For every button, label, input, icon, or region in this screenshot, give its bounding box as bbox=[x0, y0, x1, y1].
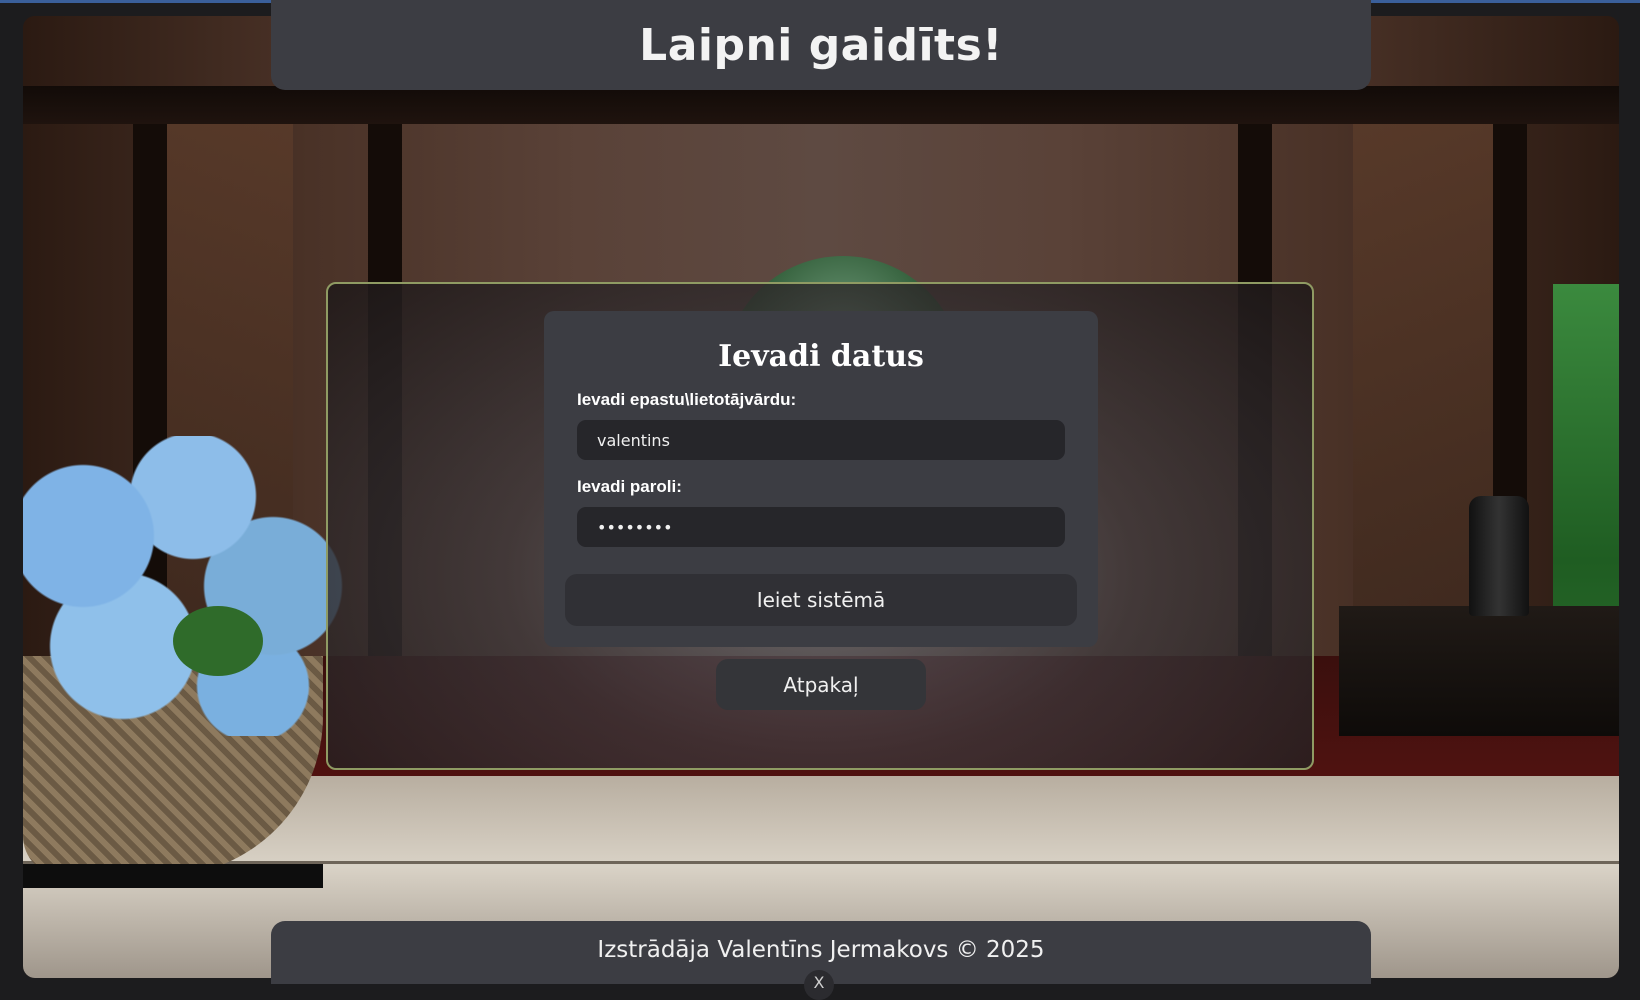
username-label: Ievadi epastu\lietotājvārdu: bbox=[577, 390, 797, 409]
footer-credits: Izstrādāja Valentīns Jermakovs © 2025 bbox=[597, 937, 1045, 963]
background-table bbox=[1339, 606, 1619, 736]
background-tray bbox=[23, 864, 323, 888]
background-urn bbox=[1469, 496, 1529, 616]
close-icon[interactable]: X bbox=[804, 970, 834, 1000]
password-label: Ievadi paroli: bbox=[577, 477, 682, 496]
header-card: Laipni gaidīts! bbox=[271, 0, 1371, 90]
page-title: Laipni gaidīts! bbox=[639, 19, 1003, 71]
back-button[interactable]: Atpakaļ bbox=[716, 659, 926, 710]
username-input[interactable] bbox=[577, 420, 1065, 460]
login-form: Ievadi datus Ievadi epastu\lietotājvārdu… bbox=[544, 311, 1098, 647]
login-button[interactable]: Ieiet sistēmā bbox=[565, 574, 1077, 626]
login-form-title: Ievadi datus bbox=[718, 339, 924, 374]
password-input[interactable] bbox=[577, 507, 1065, 547]
background-leaves bbox=[173, 606, 263, 676]
background-hydrangeas bbox=[23, 436, 343, 736]
background-beam bbox=[23, 86, 1619, 124]
